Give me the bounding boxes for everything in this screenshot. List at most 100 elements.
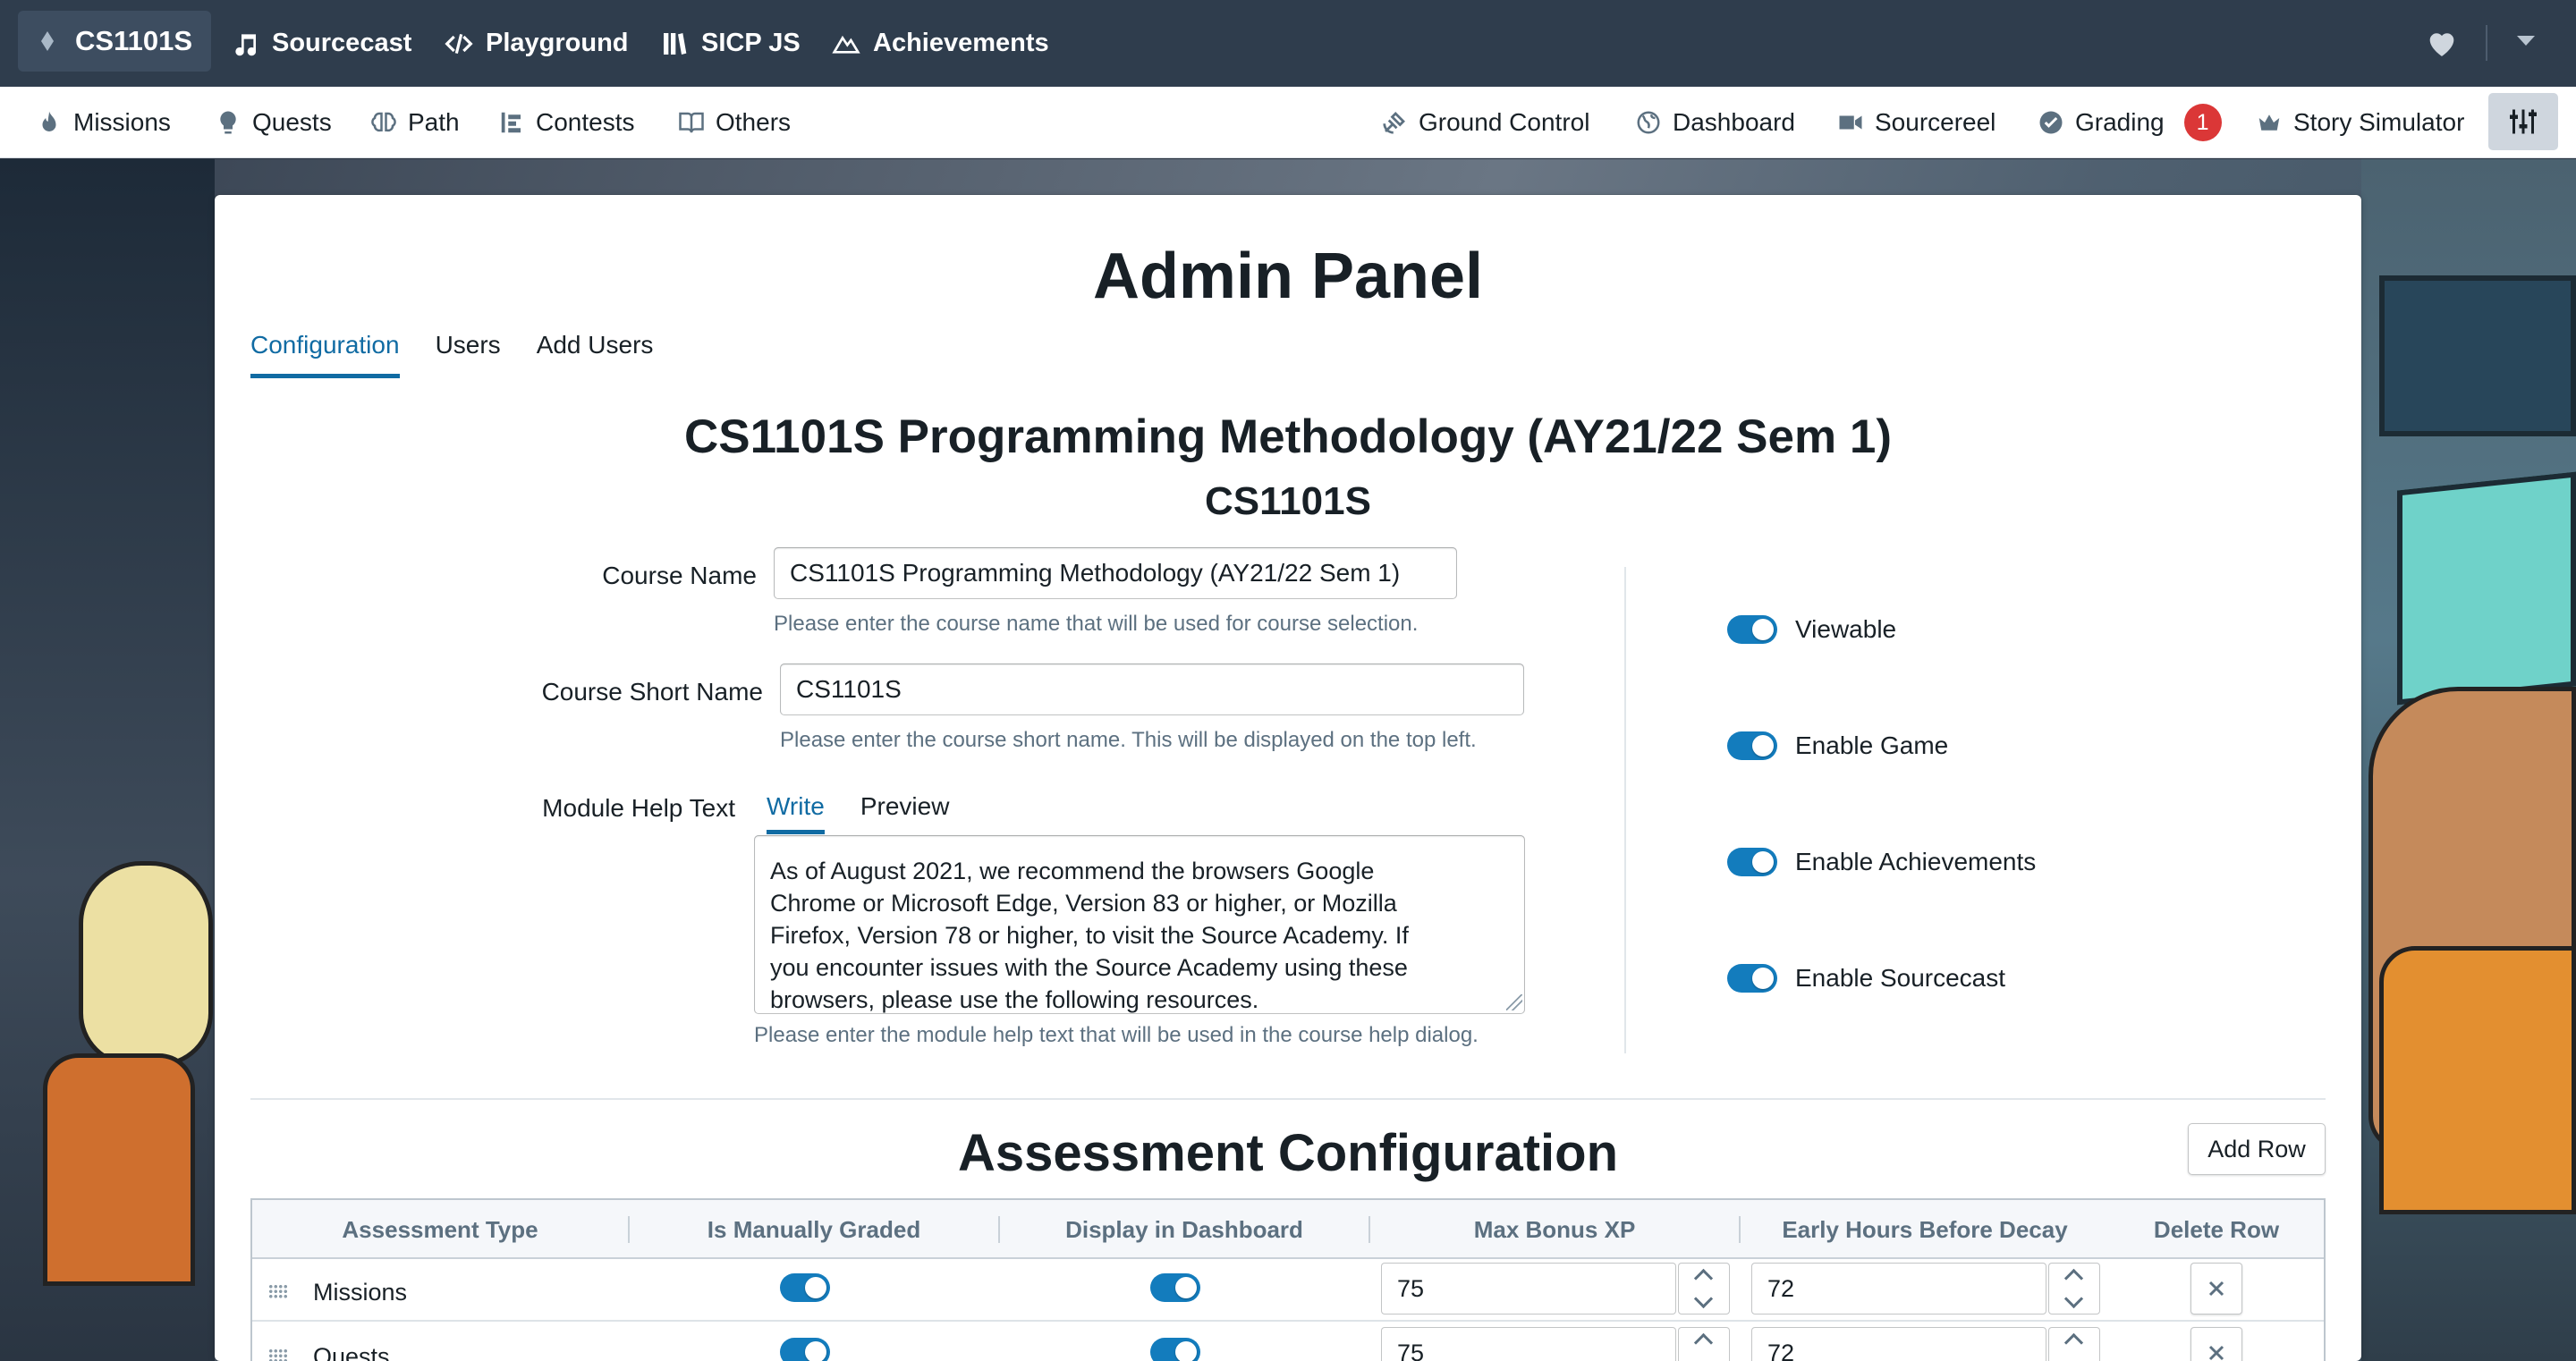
subnav-contests[interactable]: Contests — [498, 87, 635, 158]
course-short-label: CS1101S — [75, 25, 192, 56]
close-icon — [2208, 1281, 2224, 1297]
toggle-enable-game[interactable]: Enable Game — [1727, 731, 1948, 760]
tab-users[interactable]: Users — [436, 331, 501, 378]
module-help-text-label: Module Help Text — [542, 794, 735, 822]
manually-graded-switch[interactable] — [780, 1273, 830, 1302]
enable-sourcecast-switch[interactable] — [1727, 964, 1777, 993]
column-header-assessment-type[interactable]: Assessment Type — [252, 1200, 628, 1259]
subnav-path[interactable]: Path — [370, 87, 460, 158]
tab-add-users[interactable]: Add Users — [537, 331, 654, 378]
nav-sourcecast[interactable]: Sourcecast — [231, 0, 411, 87]
module-help-text-help: Please enter the module help text that w… — [754, 1023, 1479, 1047]
cat-character-jacket — [43, 1053, 195, 1286]
subnav-ground-control[interactable]: Ground Control — [1381, 87, 1589, 158]
column-header-early-hours[interactable]: Early Hours Before Decay — [1741, 1200, 2109, 1259]
subnav-path-label: Path — [408, 108, 460, 136]
module-help-textarea[interactable]: As of August 2021, we recommend the brow… — [754, 835, 1525, 1014]
assessment-type-cell: Quests — [313, 1343, 390, 1361]
table-header: Assessment Type Is Manually Graded Displ… — [252, 1200, 2324, 1259]
subnav-others[interactable]: Others — [678, 87, 791, 158]
tab-configuration[interactable]: Configuration — [250, 331, 400, 378]
early-hours-input[interactable]: 72 — [1751, 1327, 2046, 1361]
course-short-name-label: Course Short Name — [541, 678, 763, 706]
contest-icon — [501, 112, 521, 133]
nav-playground-label: Playground — [486, 29, 629, 57]
enable-achievements-switch[interactable] — [1727, 848, 1777, 876]
subnav-quests[interactable]: Quests — [215, 87, 332, 158]
subnav-contests-label: Contests — [536, 108, 635, 136]
max-bonus-xp-input[interactable]: 75 — [1381, 1263, 1676, 1315]
cockpit-monitor — [2397, 471, 2576, 706]
early-hours-stepper[interactable] — [2048, 1263, 2100, 1315]
subnav-story-simulator[interactable]: Story Simulator — [2256, 87, 2464, 158]
table-row: Quests 75 72 — [252, 1323, 2324, 1361]
nav-sicp-js-label: SICP JS — [701, 29, 801, 57]
flame-icon — [42, 111, 56, 131]
course-name-input[interactable]: CS1101S Programming Methodology (AY21/22… — [774, 547, 1457, 599]
nav-sicp-js[interactable]: SICP JS — [660, 0, 801, 87]
toggle-viewable-label: Viewable — [1795, 615, 1897, 643]
video-icon — [1839, 115, 1862, 130]
badge-check-icon — [2039, 111, 2063, 134]
max-bonus-xp-stepper[interactable] — [1678, 1327, 1730, 1361]
subnav-grading[interactable]: Grading 1 — [2038, 87, 2222, 158]
max-bonus-xp-input[interactable]: 75 — [1381, 1327, 1676, 1361]
tab-write[interactable]: Write — [767, 792, 825, 834]
admin-panel-card: Admin Panel Configuration Users Add User… — [215, 195, 2361, 1361]
tab-preview[interactable]: Preview — [860, 792, 950, 834]
display-dashboard-switch[interactable] — [1150, 1338, 1200, 1361]
music-icon — [235, 33, 257, 55]
column-header-max-bonus-xp[interactable]: Max Bonus XP — [1370, 1200, 1739, 1259]
display-dashboard-switch[interactable] — [1150, 1273, 1200, 1302]
column-header-display-dashboard[interactable]: Display in Dashboard — [1000, 1200, 1368, 1259]
code-icon — [445, 33, 473, 54]
help-text-tabs: Write Preview — [767, 792, 949, 834]
early-hours-input[interactable]: 72 — [1751, 1263, 2046, 1315]
subnav-sourcereel[interactable]: Sourcereel — [1837, 87, 1996, 158]
add-row-button[interactable]: Add Row — [2188, 1123, 2326, 1175]
toggle-enable-achievements[interactable]: Enable Achievements — [1727, 848, 2036, 876]
toggle-enable-sourcecast-label: Enable Sourcecast — [1795, 964, 2006, 992]
admin-panel-button[interactable] — [2488, 93, 2558, 150]
enable-game-switch[interactable] — [1727, 731, 1777, 760]
subnav-dashboard[interactable]: Dashboard — [1635, 87, 1795, 158]
delete-row-button[interactable] — [2190, 1327, 2242, 1361]
secondary-navbar: Missions Quests Path Contests Others Gro… — [0, 87, 2576, 158]
assessment-type-cell: Missions — [313, 1279, 408, 1306]
chevron-down-icon[interactable] — [2517, 36, 2535, 46]
toggle-viewable[interactable]: Viewable — [1727, 615, 1896, 644]
crown-icon — [2258, 114, 2280, 131]
course-title: CS1101S Programming Methodology (AY21/22… — [684, 410, 1892, 463]
subnav-others-label: Others — [716, 108, 792, 136]
toggle-enable-game-label: Enable Game — [1795, 731, 1949, 759]
manually-graded-switch[interactable] — [780, 1338, 830, 1361]
subnav-missions[interactable]: Missions — [36, 87, 171, 158]
cockpit-screen — [2379, 275, 2576, 436]
course-short-name-help: Please enter the course short name. This… — [780, 728, 1477, 752]
early-hours-stepper[interactable] — [2048, 1327, 2100, 1361]
course-short-title: CS1101S — [1205, 479, 1371, 523]
open-book-icon — [679, 112, 704, 133]
resize-grip-icon[interactable] — [1506, 994, 1522, 1010]
subnav-sourcereel-label: Sourcereel — [1875, 108, 1996, 136]
nav-achievements-label: Achievements — [873, 29, 1049, 57]
drag-handle-icon[interactable] — [268, 1348, 288, 1361]
nav-playground[interactable]: Playground — [445, 0, 629, 87]
column-header-manually-graded[interactable]: Is Manually Graded — [630, 1200, 998, 1259]
nav-achievements[interactable]: Achievements — [832, 0, 1049, 87]
table-row: Missions 75 72 — [252, 1259, 2324, 1322]
toggle-enable-sourcecast[interactable]: Enable Sourcecast — [1727, 964, 2005, 993]
drag-handle-icon[interactable] — [268, 1284, 288, 1298]
cat-character — [79, 861, 213, 1067]
course-selector-button[interactable]: CS1101S — [18, 11, 211, 72]
navbar-divider — [2486, 25, 2487, 61]
max-bonus-xp-stepper[interactable] — [1678, 1263, 1730, 1315]
assessment-config-title: Assessment Configuration — [958, 1124, 1618, 1182]
course-short-name-input[interactable]: CS1101S — [780, 664, 1524, 715]
pilot-character-body — [2379, 946, 2576, 1214]
delete-row-button[interactable] — [2190, 1263, 2242, 1315]
viewable-switch[interactable] — [1727, 615, 1777, 644]
column-header-delete-row[interactable]: Delete Row — [2109, 1200, 2324, 1259]
section-divider — [250, 1098, 2326, 1100]
heart-icon[interactable] — [2424, 25, 2460, 61]
